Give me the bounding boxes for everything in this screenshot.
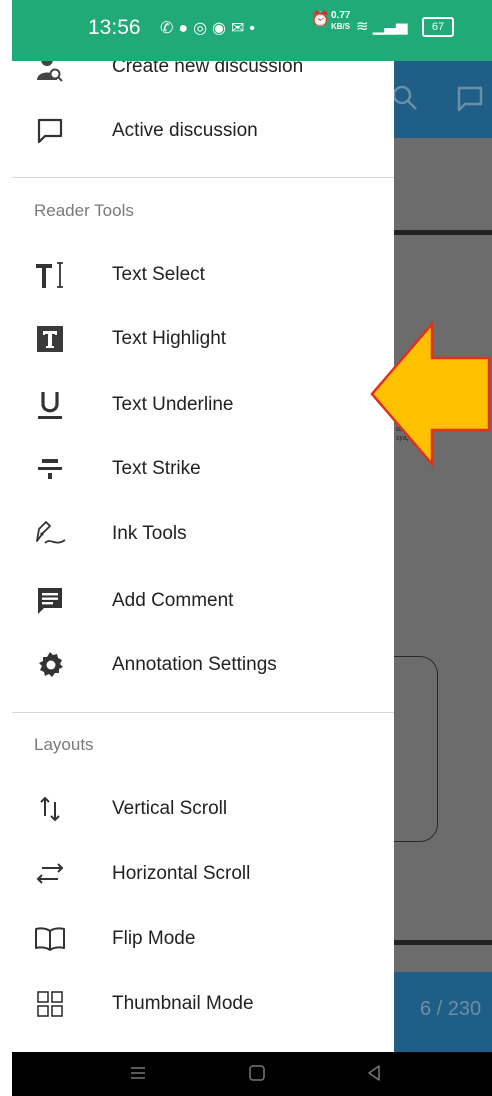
- drawer-item-horizontal-scroll[interactable]: Horizontal Scroll: [12, 842, 394, 906]
- drawer-item-label: Flip Mode: [112, 928, 196, 949]
- comment-icon: [32, 583, 68, 619]
- drawer-item-label: Active discussion: [112, 120, 258, 141]
- annotation-arrow-icon: [370, 320, 491, 468]
- messenger-icon: ●: [178, 20, 194, 37]
- app-toolbar: [394, 61, 492, 138]
- status-bar: 13:56 ✆●◎◉✉• ⏰ 0.77 KB/S ≋ ▁▃▅ 67: [12, 0, 492, 61]
- drawer-item-label: Text Highlight: [112, 328, 227, 349]
- page-counter: 6 / 230: [420, 998, 482, 1020]
- divider: [12, 712, 394, 713]
- drawer-item-vertical-scroll[interactable]: Vertical Scroll: [12, 777, 394, 841]
- drawer-item-label: Add Comment: [112, 590, 234, 611]
- document-viewer[interactable]: [394, 138, 492, 972]
- page-edge: [394, 230, 492, 235]
- recent-apps-icon[interactable]: [128, 1062, 148, 1084]
- signal-icons: ≋ ▁▃▅: [356, 17, 407, 35]
- wifi-icon: ≋: [356, 18, 369, 35]
- left-edge: [0, 0, 12, 1096]
- chat-icon: [32, 113, 68, 149]
- drawer-item-label: Vertical Scroll: [112, 798, 228, 819]
- horizontal-scroll-icon: [32, 856, 68, 892]
- grid-icon: [32, 986, 68, 1022]
- whatsapp-icon: ✆: [160, 20, 179, 37]
- drawer-item-text-underline[interactable]: Text Underline: [12, 373, 394, 437]
- back-icon[interactable]: [364, 1062, 384, 1084]
- drawer-item-text-highlight[interactable]: Text Highlight: [12, 307, 394, 371]
- drawer-item-active-discussion[interactable]: Active discussion: [12, 99, 394, 163]
- chat-icon[interactable]: [456, 85, 484, 113]
- navigation-drawer: Create new discussion Active discussion …: [12, 61, 394, 1052]
- drawer-item-label: Create new discussion: [112, 61, 304, 77]
- drawer-item-text-select[interactable]: Text Select: [12, 243, 394, 307]
- drawer-item-label: Text Strike: [112, 458, 201, 479]
- drawer-item-annotation-settings[interactable]: Annotation Settings: [12, 633, 394, 697]
- book-icon: [32, 921, 68, 957]
- page-edge: [394, 940, 492, 945]
- drawer-item-text-strike[interactable]: Text Strike: [12, 437, 394, 501]
- drawer-item-label: Horizontal Scroll: [112, 863, 251, 884]
- drawer-item-label: Annotation Settings: [112, 654, 277, 675]
- drawer-item-label: Text Select: [112, 264, 205, 285]
- drawer-item-label: Text Underline: [112, 394, 234, 415]
- gear-icon: [32, 647, 68, 683]
- section-title-layouts: Layouts: [34, 735, 94, 754]
- chrome-icon: ◉: [212, 20, 232, 37]
- network-speed: ⏰ 0.77 KB/S: [311, 10, 351, 31]
- status-time: 13:56: [88, 16, 141, 39]
- battery-indicator: 67: [422, 17, 454, 37]
- home-icon[interactable]: [246, 1062, 268, 1084]
- status-dot: •: [249, 20, 261, 37]
- divider: [12, 177, 394, 178]
- search-icon[interactable]: [394, 85, 420, 113]
- ink-pen-icon: [32, 516, 68, 552]
- text-highlight-icon: [32, 321, 68, 357]
- signal-icon: ▁▃▅: [372, 18, 408, 35]
- drawer-item-flip-mode[interactable]: Flip Mode: [12, 907, 394, 971]
- drawer-item-label: Thumbnail Mode: [112, 993, 254, 1014]
- drawer-item-add-comment[interactable]: Add Comment: [12, 569, 394, 633]
- instagram-icon: ◎: [193, 20, 213, 37]
- vertical-scroll-icon: [32, 791, 68, 827]
- drawer-item-label: Ink Tools: [112, 523, 187, 544]
- text-select-icon: [32, 257, 68, 293]
- drawer-item-create-discussion[interactable]: Create new discussion: [12, 61, 394, 99]
- system-nav-bar: [12, 1052, 492, 1096]
- mail-icon: ✉: [231, 20, 250, 37]
- alarm-icon: ⏰: [311, 11, 330, 28]
- strikethrough-icon: [32, 451, 68, 487]
- notification-icons: ✆●◎◉✉•: [160, 18, 260, 38]
- drawer-item-ink-tools[interactable]: Ink Tools: [12, 502, 394, 566]
- underline-icon: [32, 387, 68, 423]
- section-title-reader-tools: Reader Tools: [34, 201, 134, 220]
- person-search-icon: [32, 61, 68, 85]
- drawer-item-thumbnail-mode[interactable]: Thumbnail Mode: [12, 972, 394, 1036]
